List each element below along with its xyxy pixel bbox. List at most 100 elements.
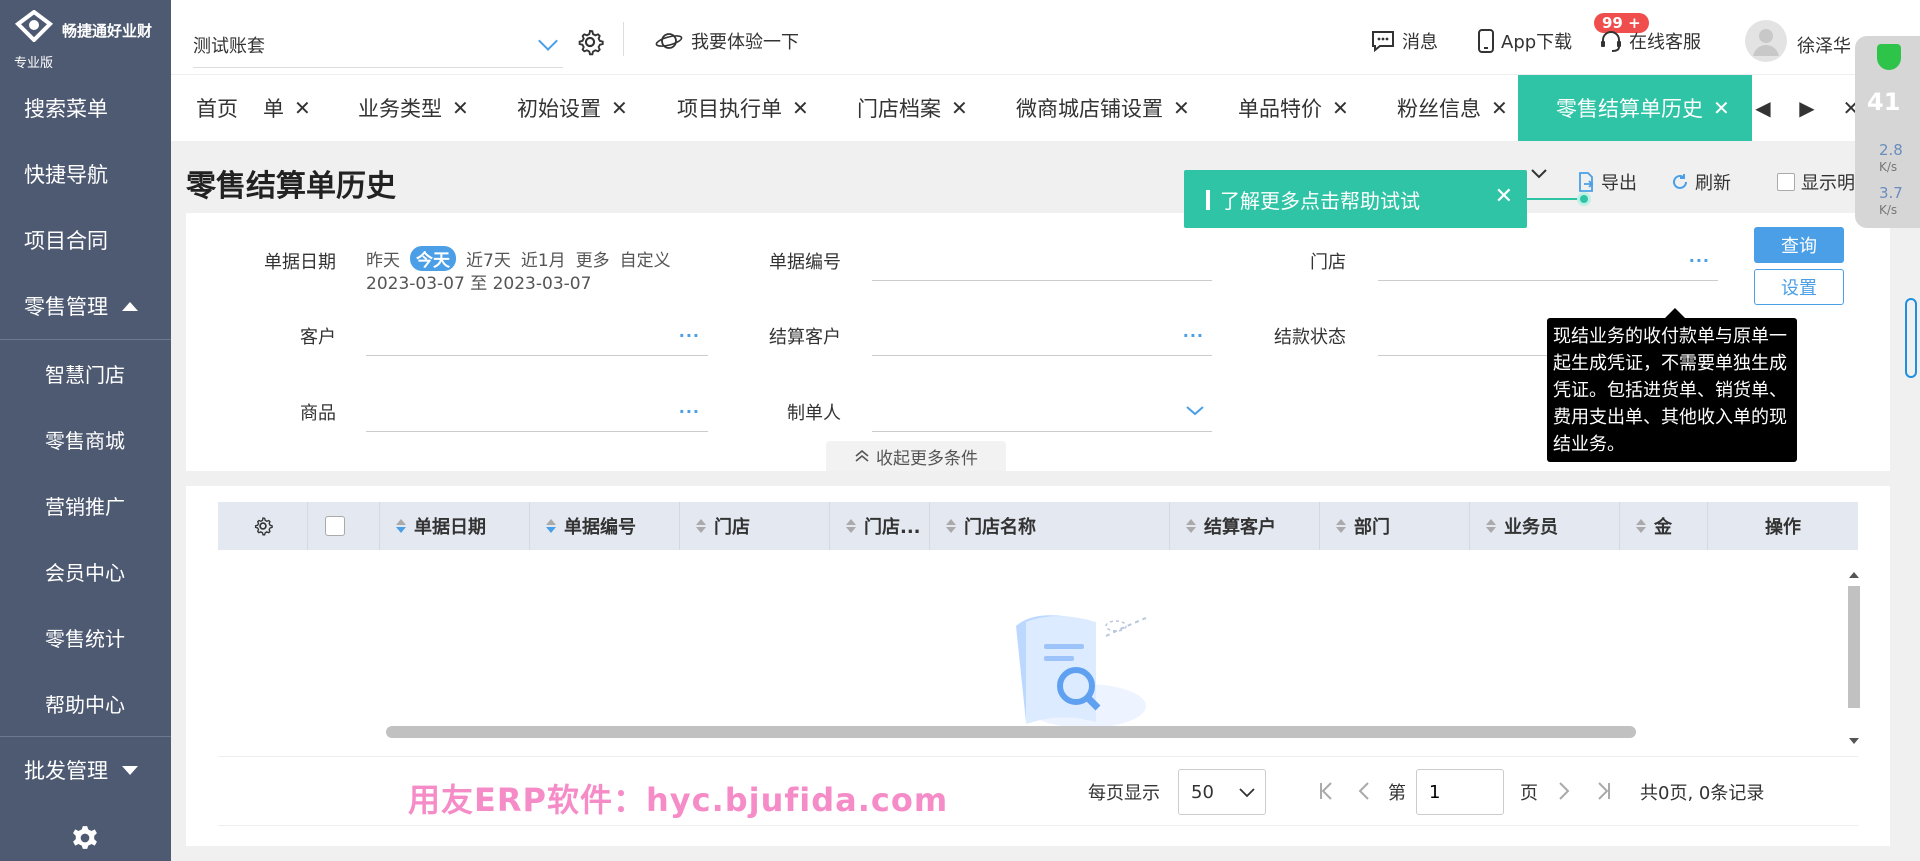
tab-mall-settings[interactable]: 微商城店铺设置 ✕ — [1016, 75, 1190, 141]
column-header[interactable]: 金 — [1620, 502, 1708, 550]
page-size-value: 50 — [1191, 781, 1214, 803]
column-header[interactable]: 门店 — [680, 502, 830, 550]
vertical-scrollbar[interactable] — [1846, 568, 1862, 748]
column-header[interactable]: 单据日期 — [380, 502, 530, 550]
date-option-yesterday[interactable]: 昨天 — [366, 246, 400, 271]
sidebar-item-marketing[interactable]: 营销推广 — [0, 472, 171, 538]
column-header[interactable]: 门店名称 — [930, 502, 1170, 550]
settle-customer-input[interactable]: ··· — [872, 316, 1212, 356]
horizontal-scrollbar[interactable] — [386, 726, 1636, 738]
sidebar-item-retail-mall[interactable]: 零售商城 — [0, 406, 171, 472]
tab-retail-settlement-history[interactable]: 零售结算单历史 ✕ — [1518, 75, 1752, 141]
date-option-1month[interactable]: 近1月 — [521, 246, 566, 271]
export-button[interactable]: 导出 — [1577, 169, 1637, 195]
page-number-input[interactable] — [1416, 769, 1504, 815]
settings-button[interactable]: 设置 — [1754, 269, 1844, 305]
sidebar-item-search-menu[interactable]: 搜索菜单 — [0, 75, 171, 141]
sidebar-item-retail-management[interactable]: 零售管理 — [0, 273, 171, 339]
tab-prev-button[interactable]: ◀ — [1741, 75, 1785, 141]
gear-icon[interactable] — [72, 825, 98, 851]
tab-fans-info[interactable]: 粉丝信息 ✕ — [1397, 75, 1508, 141]
sidebar-item-retail-stats[interactable]: 零售统计 — [0, 604, 171, 670]
tab-business-type[interactable]: 业务类型 ✕ — [358, 75, 469, 141]
column-label: 结算客户 — [1204, 517, 1276, 538]
more-dropdown[interactable] — [1531, 169, 1547, 179]
refresh-button[interactable]: 刷新 — [1671, 169, 1731, 195]
close-icon[interactable]: ✕ — [294, 96, 311, 120]
app-download-button[interactable]: App下载 — [1477, 28, 1572, 54]
column-label: 单据编号 — [564, 517, 636, 538]
date-option-today[interactable]: 今天 — [410, 246, 456, 271]
tab-project-execution[interactable]: 项目执行单 ✕ — [677, 75, 809, 141]
account-select[interactable]: 测试账套 — [193, 22, 563, 68]
select-all-checkbox[interactable] — [325, 516, 345, 536]
more-dots-icon[interactable]: ··· — [679, 326, 700, 345]
prev-page-icon[interactable] — [1358, 781, 1370, 801]
messages-button[interactable]: 消息 — [1370, 28, 1438, 54]
tab-doc[interactable]: 单 ✕ — [263, 75, 311, 141]
settle-status-select[interactable] — [1378, 316, 1558, 356]
customer-input[interactable]: ··· — [366, 316, 708, 356]
tab-home[interactable]: 首页 — [196, 75, 238, 141]
close-icon[interactable]: ✕ — [792, 96, 809, 120]
column-header[interactable]: 部门 — [1320, 502, 1470, 550]
first-page-icon[interactable] — [1318, 781, 1334, 801]
date-option-7days[interactable]: 近7天 — [466, 246, 511, 271]
sidebar-item-smart-store[interactable]: 智慧门店 — [0, 340, 171, 406]
last-page-icon[interactable] — [1596, 781, 1612, 801]
sidebar-item-wholesale[interactable]: 批发管理 — [0, 737, 171, 803]
double-chevron-up-icon — [855, 450, 869, 462]
show-detail-checkbox[interactable] — [1777, 173, 1795, 191]
sidebar-item-quick-nav[interactable]: 快捷导航 — [0, 141, 171, 207]
brand-logo[interactable]: 畅捷通好业财 专业版 — [0, 0, 171, 75]
tab-initial-settings[interactable]: 初始设置 ✕ — [517, 75, 628, 141]
column-header[interactable]: 单据编号 — [530, 502, 680, 550]
tab-special-price[interactable]: 单品特价 ✕ — [1238, 75, 1349, 141]
close-icon[interactable]: ✕ — [452, 96, 469, 120]
sidebar-item-project-contract[interactable]: 项目合同 — [0, 207, 171, 273]
network-speed-widget[interactable]: 41 2.8 K/s 3.7 K/s — [1855, 36, 1920, 228]
date-option-custom[interactable]: 自定义 — [620, 246, 671, 271]
online-service-button[interactable]: 在线客服 — [1599, 28, 1701, 54]
page-size-select[interactable]: 50 — [1178, 769, 1266, 815]
help-tip-banner[interactable]: 了解更多点击帮助试试 ✕ — [1184, 170, 1527, 228]
avatar[interactable] — [1745, 20, 1787, 62]
username[interactable]: 徐泽华 — [1797, 32, 1851, 58]
close-icon[interactable]: ✕ — [611, 96, 628, 120]
doc-no-input[interactable] — [872, 241, 1212, 281]
refresh-label: 刷新 — [1695, 173, 1731, 194]
column-settings-button[interactable] — [218, 502, 308, 550]
tab-store-archive[interactable]: 门店档案 ✕ — [857, 75, 968, 141]
try-experience-button[interactable]: 我要体验一下 — [655, 28, 799, 54]
more-dots-icon[interactable]: ··· — [1183, 326, 1204, 345]
sidebar-item-label: 搜索菜单 — [24, 97, 108, 121]
close-icon[interactable]: ✕ — [951, 96, 968, 120]
product-input[interactable]: ··· — [366, 392, 708, 432]
column-header[interactable]: 门店... — [830, 502, 930, 550]
tab-next-button[interactable]: ▶ — [1785, 75, 1829, 141]
date-option-more[interactable]: 更多 — [576, 246, 610, 271]
close-icon[interactable]: ✕ — [1491, 96, 1508, 120]
collapse-conditions-button[interactable]: 收起更多条件 — [826, 441, 1006, 471]
store-input[interactable]: ··· — [1378, 241, 1718, 281]
settings-gear-icon[interactable] — [576, 28, 604, 56]
query-button[interactable]: 查询 — [1754, 227, 1844, 263]
close-icon[interactable]: ✕ — [1495, 184, 1513, 209]
creator-select[interactable] — [872, 392, 1212, 432]
page-suffix-label: 页 — [1520, 783, 1538, 804]
sidebar-item-help-center[interactable]: 帮助中心 — [0, 670, 171, 736]
close-icon[interactable]: ✕ — [1713, 96, 1730, 120]
sidebar-item-label: 营销推广 — [45, 494, 125, 519]
sidebar: 畅捷通好业财 专业版 搜索菜单 快捷导航 项目合同 零售管理 智慧门店 零售商城… — [0, 0, 171, 861]
column-header[interactable]: 结算客户 — [1170, 502, 1320, 550]
column-header[interactable]: 业务员 — [1470, 502, 1620, 550]
next-page-icon[interactable] — [1558, 781, 1570, 801]
settle-customer-label: 结算客户 — [769, 327, 841, 348]
close-icon[interactable]: ✕ — [1332, 96, 1349, 120]
sidebar-item-member-center[interactable]: 会员中心 — [0, 538, 171, 604]
more-dots-icon[interactable]: ··· — [679, 402, 700, 421]
per-page-label: 每页显示 — [1088, 783, 1160, 804]
more-dots-icon[interactable]: ··· — [1689, 251, 1710, 270]
close-icon[interactable]: ✕ — [1173, 96, 1190, 120]
messages-label: 消息 — [1402, 32, 1438, 53]
